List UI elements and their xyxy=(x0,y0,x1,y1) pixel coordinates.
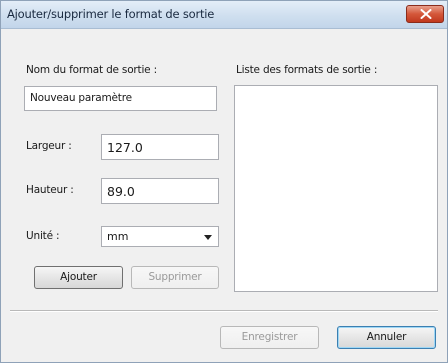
save-button[interactable]: Enregistrer xyxy=(220,326,319,349)
output-format-dialog: Ajouter/supprimer le format de sortie No… xyxy=(0,0,448,363)
format-name-label: Nom du format de sortie : xyxy=(26,64,157,76)
height-label: Hauteur : xyxy=(26,184,74,196)
height-value: 89.0 xyxy=(107,184,135,199)
format-name-field[interactable]: Nouveau paramètre xyxy=(24,86,217,111)
unit-label: Unité : xyxy=(26,230,60,242)
width-value: 127.0 xyxy=(107,140,143,155)
format-list-label: Liste des formats de sortie : xyxy=(236,64,378,76)
format-list[interactable] xyxy=(234,85,438,292)
width-label: Largeur : xyxy=(26,140,72,152)
title-bar[interactable]: Ajouter/supprimer le format de sortie xyxy=(1,1,447,29)
format-name-value: Nouveau paramètre xyxy=(30,92,132,104)
close-icon xyxy=(420,9,432,19)
window-title: Ajouter/supprimer le format de sortie xyxy=(7,7,215,21)
unit-select[interactable]: mm xyxy=(101,226,219,247)
close-button[interactable] xyxy=(406,5,444,23)
add-button[interactable]: Ajouter xyxy=(34,266,123,289)
separator xyxy=(10,310,438,312)
height-field[interactable]: 89.0 xyxy=(101,178,219,204)
chevron-down-icon xyxy=(204,235,212,240)
unit-select-value: mm xyxy=(107,230,129,243)
cancel-button[interactable]: Annuler xyxy=(337,326,436,349)
delete-button[interactable]: Supprimer xyxy=(131,266,219,289)
width-field[interactable]: 127.0 xyxy=(101,134,219,160)
